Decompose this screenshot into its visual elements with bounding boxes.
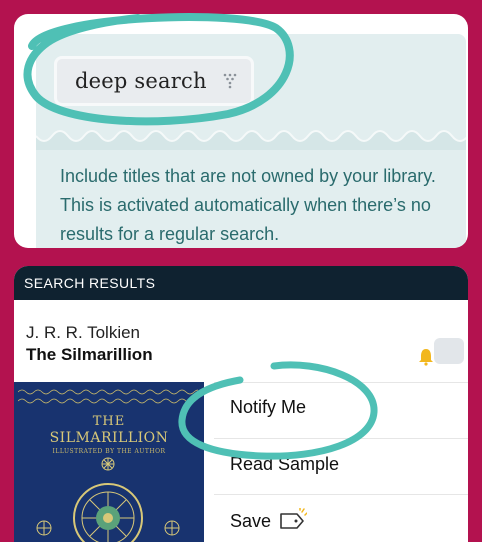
menu-divider (214, 438, 468, 439)
read-sample-button[interactable]: Read Sample (230, 454, 339, 475)
notify-toggle[interactable] (434, 338, 464, 364)
tag-icon (279, 507, 308, 535)
cover-title-line2: SILMARILLION (49, 430, 169, 446)
wave-divider (36, 130, 466, 150)
deep-search-card: deep search Include titles that are not … (14, 14, 468, 248)
cover-subtitle: ILLUSTRATED BY THE AUTHOR (52, 448, 166, 455)
search-results-header: SEARCH RESULTS (14, 266, 468, 300)
deep-search-label: deep search (75, 69, 207, 93)
cover-runes (18, 389, 198, 404)
menu-divider (214, 494, 468, 495)
notify-me-label: Notify Me (230, 397, 307, 417)
cover-title-line1: THE (92, 414, 126, 429)
book-author[interactable]: J. R. R. Tolkien (26, 323, 140, 343)
book-cover[interactable]: THE SILMARILLION ILLUSTRATED BY THE AUTH… (14, 382, 204, 542)
deep-search-toggle-chip[interactable]: deep search (54, 56, 254, 106)
menu-divider (214, 382, 468, 383)
notify-me-button[interactable]: Notify Me (230, 397, 306, 418)
book-title[interactable]: The Silmarillion (26, 345, 153, 365)
deep-search-description: Include titles that are not owned by you… (60, 166, 436, 244)
filter-icon (223, 73, 237, 94)
cover-emblem (36, 457, 180, 542)
save-label: Save (230, 511, 272, 531)
search-results-title: SEARCH RESULTS (24, 275, 156, 291)
save-button[interactable]: Save (230, 507, 308, 535)
read-sample-label: Read Sample (230, 454, 340, 474)
search-results-card: SEARCH RESULTS J. R. R. Tolkien The Silm… (14, 266, 468, 542)
bell-icon[interactable] (418, 348, 434, 371)
